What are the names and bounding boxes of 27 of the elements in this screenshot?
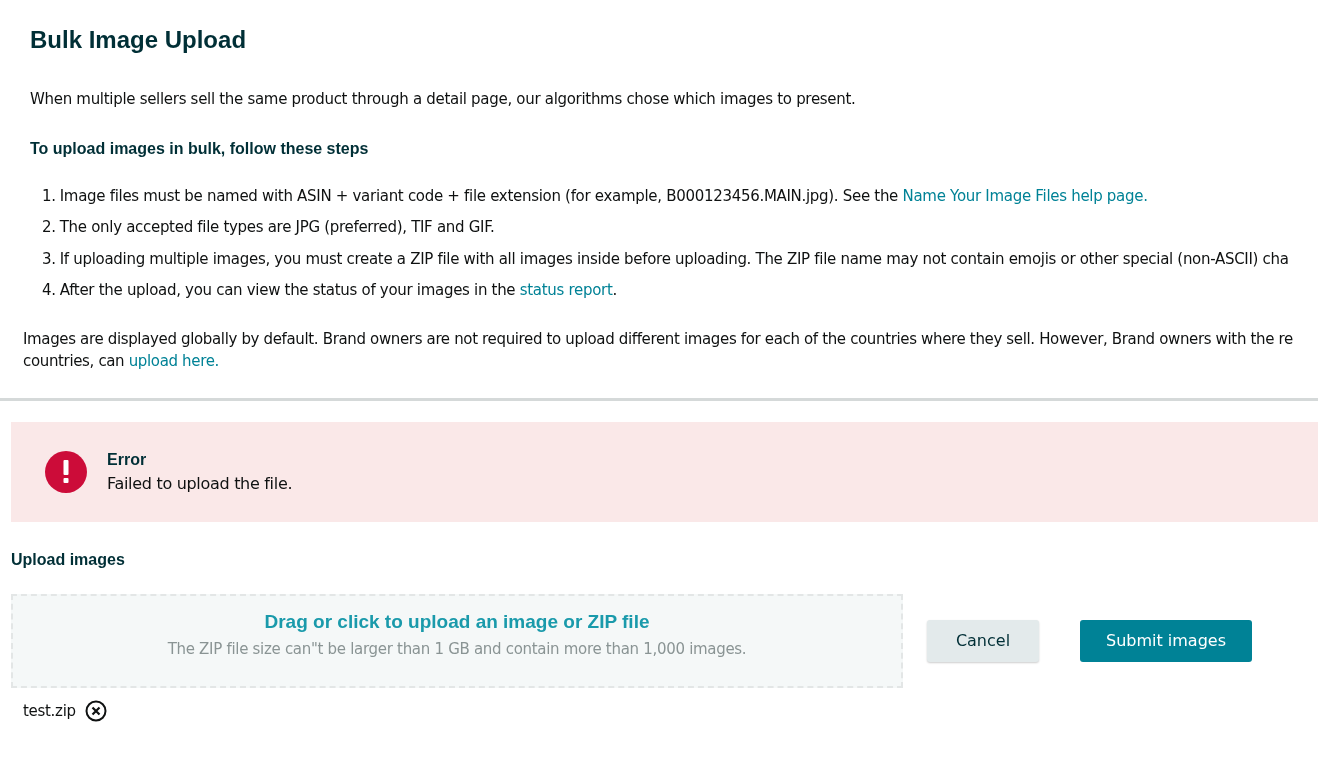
- alert-message: Failed to upload the file.: [107, 472, 293, 495]
- exclamation-icon: [44, 449, 88, 494]
- note-text: countries, can upload here.: [23, 350, 219, 372]
- page-title: Bulk Image Upload: [30, 25, 247, 55]
- file-name: test.zip: [23, 700, 76, 722]
- step-number: 4.: [42, 280, 56, 301]
- steps-heading: To upload images in bulk, follow these steps: [30, 138, 369, 159]
- step-text: The only accepted file types are JPG (preferred), TIF and GIF.: [59, 217, 495, 238]
- step-text: Image files must be named with ASIN + variant code + file extension (for example, B000123456.MAIN.jpg). See the Name Your Image Files help page.: [59, 185, 1148, 207]
- step-text: After the upload, you can view the status of your images in the status report.: [59, 280, 617, 301]
- alert-title: Error: [107, 449, 147, 470]
- help-link[interactable]: Name Your Image Files help page.: [902, 186, 1148, 205]
- upload-label: Upload images: [11, 549, 125, 570]
- intro-text: When multiple sellers sell the same product through a detail page, our algorithms chose which images to present.: [30, 89, 856, 110]
- submit-button[interactable]: Submit images: [1080, 619, 1252, 662]
- step-number: 1.: [42, 185, 56, 207]
- drop-zone[interactable]: Drag or click to upload an image or ZIP file The ZIP file size can"t be larger than 1 GB and contain more than 1,000 images.: [11, 593, 903, 688]
- remove-icon[interactable]: [84, 699, 107, 722]
- step-number: 3.: [42, 248, 56, 270]
- note-text: Images are displayed globally by default. Brand owners are not required to upload different images for each of the countries where they sell. However, Brand owners with the re: [23, 328, 1293, 350]
- step-text: If uploading multiple images, you must create a ZIP file with all images inside before uploading. The ZIP file name may not contain emojis or other special (non-ASCII) cha: [59, 248, 1289, 270]
- cancel-button[interactable]: Cancel: [927, 619, 1039, 662]
- step-number: 2.: [42, 217, 56, 238]
- drop-zone-hint: The ZIP file size can"t be larger than 1 GB and contain more than 1,000 images.: [167, 639, 747, 660]
- drop-zone-title: Drag or click to upload an image or ZIP file: [264, 609, 650, 634]
- help-link[interactable]: status report: [519, 281, 613, 299]
- upload-link[interactable]: upload here.: [128, 351, 219, 370]
